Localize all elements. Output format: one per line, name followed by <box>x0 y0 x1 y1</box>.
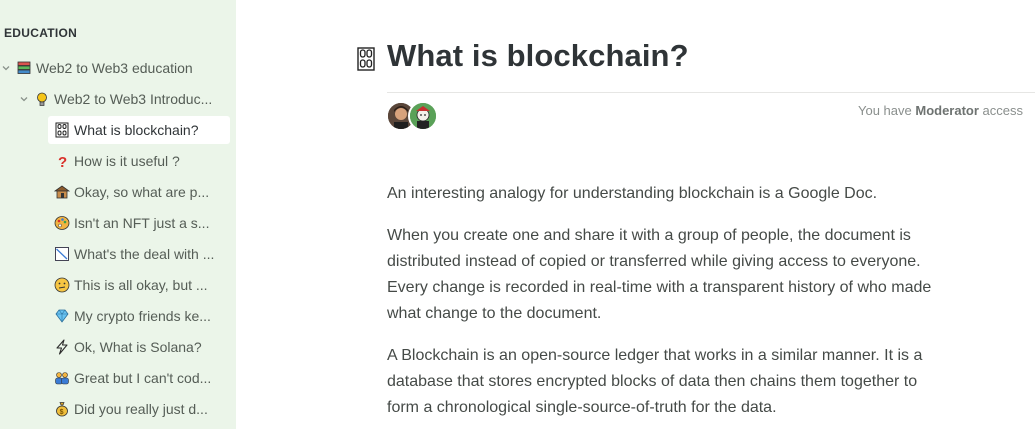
sidebar-item-label: What is blockchain? <box>74 122 199 138</box>
sidebar-item-label: My crypto friends ke... <box>74 308 211 324</box>
gem-icon <box>54 308 70 324</box>
sidebar-item-this-is-all-okay[interactable]: This is all okay, but ... <box>54 271 230 299</box>
sidebar-item-label: Great but I can't cod... <box>74 370 212 386</box>
svg-text:$: $ <box>60 409 64 416</box>
chart-icon <box>54 246 70 262</box>
access-prefix: You have <box>858 103 916 118</box>
access-role: Moderator <box>915 103 979 118</box>
paragraph: An interesting analogy for understanding… <box>387 185 878 202</box>
sidebar: EDUCATION Web2 to Web3 education Web2 to… <box>0 0 236 429</box>
sidebar-item-crypto-friends[interactable]: My crypto friends ke... <box>54 302 230 330</box>
paragraph: When you create one and share it with a … <box>387 227 932 322</box>
section-label: EDUCATION <box>4 26 78 40</box>
access-notice: You have Moderator access <box>858 103 1023 118</box>
books-icon <box>16 60 32 76</box>
confused-face-icon <box>54 277 70 293</box>
people-icon <box>54 370 70 386</box>
chain-icon <box>357 47 377 73</box>
question-icon: ? <box>54 153 70 169</box>
sidebar-item-label: How is it useful ? <box>74 153 180 169</box>
sidebar-item-great-but[interactable]: Great but I can't cod... <box>54 364 230 392</box>
access-suffix: access <box>978 103 1023 118</box>
sidebar-item-label: Web2 to Web3 Introduc... <box>54 91 213 107</box>
sidebar-item-label: Ok, What is Solana? <box>74 339 202 355</box>
sidebar-item-label: This is all okay, but ... <box>74 277 208 293</box>
sidebar-item-web2-to-web3-intro[interactable]: Web2 to Web3 Introduc... <box>18 85 232 113</box>
svg-text:?: ? <box>58 154 67 169</box>
sidebar-item-nft[interactable]: Isn't an NFT just a s... <box>54 209 230 237</box>
sidebar-item-okay-so-what[interactable]: Okay, so what are p... <box>54 178 230 206</box>
sidebar-item-what-is-solana[interactable]: Ok, What is Solana? <box>54 333 230 361</box>
sidebar-item-label: Okay, so what are p... <box>74 184 210 200</box>
divider <box>387 92 1035 93</box>
sidebar-item-whats-the-deal[interactable]: What's the deal with ... <box>54 240 230 268</box>
paragraph: A Blockchain is an open-source ledger th… <box>387 347 923 416</box>
palette-icon <box>54 215 70 231</box>
chain-icon <box>54 122 70 138</box>
sidebar-item-what-is-blockchain[interactable]: What is blockchain? <box>48 116 230 144</box>
sidebar-item-web2-to-web3-education[interactable]: Web2 to Web3 education <box>0 54 232 82</box>
chevron-down-icon[interactable] <box>0 62 12 74</box>
page-title: What is blockchain? <box>387 38 689 73</box>
avatar[interactable] <box>408 101 438 131</box>
hut-icon <box>54 184 70 200</box>
sidebar-item-label: What's the deal with ... <box>74 246 215 262</box>
money-bag-icon: $ <box>54 401 70 417</box>
sidebar-item-label: Web2 to Web3 education <box>36 60 193 76</box>
sidebar-item-did-you-really[interactable]: $ Did you really just d... <box>54 395 230 423</box>
sidebar-item-label: Did you really just d... <box>74 401 208 417</box>
chevron-down-icon[interactable] <box>18 93 30 105</box>
sidebar-item-how-is-it-useful[interactable]: ? How is it useful ? <box>54 147 230 175</box>
sidebar-item-label: Isn't an NFT just a s... <box>74 215 210 231</box>
lightning-icon <box>54 339 70 355</box>
lightbulb-icon <box>34 91 50 107</box>
